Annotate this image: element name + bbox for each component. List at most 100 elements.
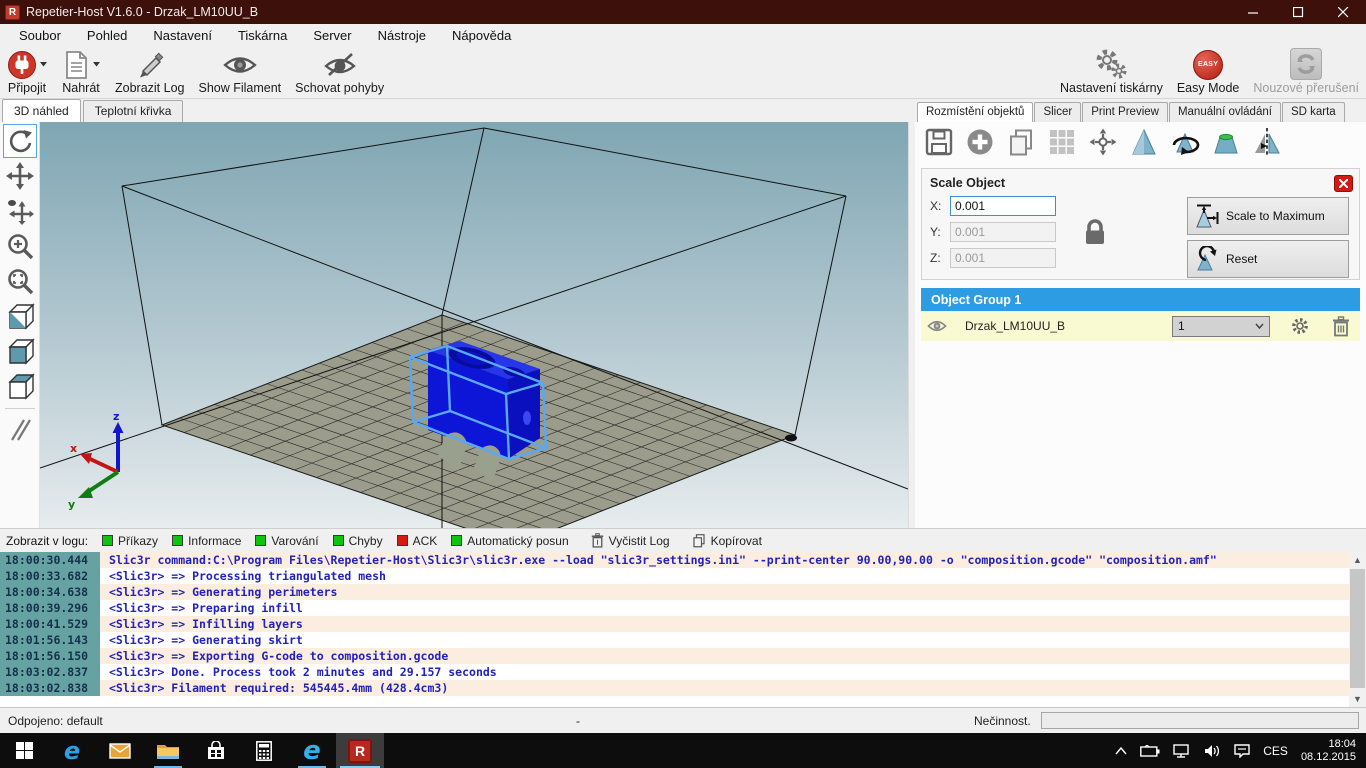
- idle-status: Nečinnost.: [974, 714, 1031, 728]
- filter-chyby[interactable]: Chyby: [333, 534, 383, 548]
- filter-informace[interactable]: Informace: [172, 534, 241, 548]
- tab-slicer[interactable]: Slicer: [1034, 102, 1081, 122]
- show-log-button[interactable]: Zobrazit Log: [108, 46, 191, 98]
- copy-icon: [1007, 128, 1035, 156]
- tab-teplotni-krivka[interactable]: Teplotní křivka: [83, 100, 184, 122]
- top-view-button[interactable]: [3, 369, 37, 403]
- filter-square: [172, 535, 183, 546]
- taskbar-mail[interactable]: [96, 733, 144, 768]
- tray-expand-chevron-icon[interactable]: [1115, 747, 1127, 755]
- upload-button[interactable]: Nahrát: [54, 46, 108, 98]
- filter-autoscroll[interactable]: Automatický posun: [451, 534, 568, 548]
- tab-3d-nahled[interactable]: 3D náhled: [2, 99, 81, 122]
- zoom-in-button[interactable]: [3, 229, 37, 263]
- rotate-object-button[interactable]: [1169, 126, 1201, 158]
- parallel-projection-button[interactable]: [3, 413, 37, 447]
- menu-soubor[interactable]: Soubor: [6, 25, 74, 46]
- volume-icon[interactable]: [1204, 744, 1221, 758]
- menu-server[interactable]: Server: [300, 25, 364, 46]
- rotate-view-button[interactable]: [3, 124, 37, 158]
- menu-nastroje[interactable]: Nástroje: [365, 25, 439, 46]
- isometric-view-button[interactable]: [3, 299, 37, 333]
- copy-log-button[interactable]: Kopírovat: [692, 533, 762, 548]
- filter-varovani[interactable]: Varování: [255, 534, 318, 548]
- object-row[interactable]: Drzak_LM10UU_B 1: [921, 311, 1360, 341]
- tab-manualni-ovladani[interactable]: Manuální ovládání: [1169, 102, 1281, 122]
- copy-icon: [692, 533, 706, 548]
- taskbar-repetier-host[interactable]: R: [336, 733, 384, 768]
- printer-settings-button[interactable]: Nastavení tiskárny: [1053, 46, 1170, 98]
- move-object-button[interactable]: [3, 194, 37, 228]
- delete-trash-icon[interactable]: [1332, 316, 1350, 337]
- network-icon[interactable]: [1173, 744, 1191, 758]
- document-icon: [62, 50, 90, 80]
- minimize-icon: [1248, 7, 1259, 18]
- connect-button[interactable]: Připojit: [0, 46, 54, 98]
- right-panel: Rozmístění objektů Slicer Print Preview …: [915, 99, 1366, 528]
- visibility-eye-icon[interactable]: [927, 319, 947, 333]
- zoom-fit-button[interactable]: [3, 264, 37, 298]
- autoposition-button[interactable]: [1046, 126, 1078, 158]
- minimize-button[interactable]: [1231, 0, 1276, 24]
- clear-log-button[interactable]: Vyčistit Log: [591, 533, 670, 548]
- move-view-button[interactable]: [3, 159, 37, 193]
- log-scrollbar[interactable]: ▲ ▼: [1349, 552, 1366, 707]
- easy-mode-icon: EASY: [1193, 50, 1223, 80]
- taskbar-edge[interactable]: e: [48, 733, 96, 768]
- language-indicator[interactable]: CES: [1263, 744, 1288, 758]
- tab-sd-karta[interactable]: SD karta: [1282, 102, 1345, 122]
- log-entry: 18:03:02.837<Slic3r> Done. Process took …: [0, 664, 1366, 680]
- taskbar-calculator[interactable]: [240, 733, 288, 768]
- scale-to-maximum-button[interactable]: Scale to Maximum: [1187, 197, 1349, 235]
- taskbar-explorer[interactable]: [144, 733, 192, 768]
- filter-prikazy[interactable]: Příkazy: [102, 534, 158, 548]
- lock-aspect-button[interactable]: [1082, 217, 1108, 250]
- menu-nastaveni[interactable]: Nastavení: [140, 25, 225, 46]
- print-bed-canvas[interactable]: z x y: [40, 122, 908, 528]
- filter-square: [102, 535, 113, 546]
- menu-tiskarna[interactable]: Tiskárna: [225, 25, 300, 46]
- scale-y-input[interactable]: [950, 222, 1056, 242]
- save-button[interactable]: [923, 126, 955, 158]
- close-button[interactable]: [1321, 0, 1366, 24]
- add-object-button[interactable]: [964, 126, 996, 158]
- copies-dropdown[interactable]: 1: [1172, 316, 1270, 337]
- scale-object-button[interactable]: [1128, 126, 1160, 158]
- action-center-icon[interactable]: [1234, 744, 1250, 758]
- menu-pohled[interactable]: Pohled: [74, 25, 140, 46]
- front-view-button[interactable]: [3, 334, 37, 368]
- scale-z-input[interactable]: [950, 248, 1056, 268]
- scale-panel-close-button[interactable]: [1334, 175, 1353, 192]
- hide-moves-button[interactable]: Schovat pohyby: [288, 46, 391, 98]
- reset-scale-button[interactable]: Reset: [1187, 240, 1349, 278]
- taskbar: e e R: [0, 733, 1366, 768]
- taskbar-internet-explorer[interactable]: e: [288, 733, 336, 768]
- show-filament-button[interactable]: Show Filament: [191, 46, 288, 98]
- menu-napoveda[interactable]: Nápověda: [439, 25, 524, 46]
- cube-top-icon: [5, 371, 35, 401]
- scale-x-input[interactable]: [950, 196, 1056, 216]
- menu-bar: Soubor Pohled Nastavení Tiskárna Server …: [0, 24, 1366, 46]
- window-title: Repetier-Host V1.6.0 - Drzak_LM10UU_B: [26, 5, 258, 19]
- svg-text:x: x: [70, 442, 77, 455]
- lay-flat-button[interactable]: [1210, 126, 1242, 158]
- taskbar-store[interactable]: [192, 733, 240, 768]
- object-group-header[interactable]: Object Group 1: [921, 288, 1360, 311]
- scroll-down-icon: ▼: [1349, 691, 1366, 707]
- easy-mode-button[interactable]: EASY Easy Mode: [1170, 46, 1247, 98]
- filter-square: [451, 535, 462, 546]
- battery-icon[interactable]: [1140, 745, 1160, 757]
- object-settings-gear-icon[interactable]: [1290, 316, 1310, 336]
- scroll-thumb[interactable]: [1350, 569, 1365, 688]
- tab-print-preview[interactable]: Print Preview: [1082, 102, 1168, 122]
- filter-ack[interactable]: ACK: [397, 534, 438, 548]
- panel-splitter[interactable]: [908, 122, 915, 528]
- scale-object-panel: Scale Object X: Y: Z:: [921, 168, 1360, 280]
- center-object-button[interactable]: [1087, 126, 1119, 158]
- tab-rozmisteni-objektu[interactable]: Rozmístění objektů: [917, 102, 1033, 122]
- start-button[interactable]: [0, 733, 48, 768]
- taskbar-clock[interactable]: 18:04 08.12.2015: [1301, 738, 1356, 764]
- maximize-button[interactable]: [1276, 0, 1321, 24]
- copy-object-button[interactable]: [1005, 126, 1037, 158]
- mirror-object-button[interactable]: [1251, 126, 1283, 158]
